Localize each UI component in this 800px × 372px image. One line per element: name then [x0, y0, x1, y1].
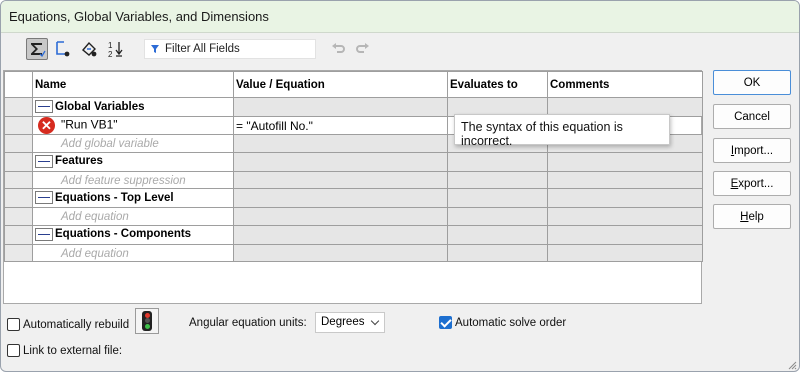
redo-icon[interactable]	[355, 41, 371, 57]
group-row-equations-top-level[interactable]: Equations - Top Level	[4, 188, 703, 208]
equations-table: Name Value / Equation Evaluates to Comme…	[4, 71, 703, 262]
variable-name-cell: "Run VB1"	[61, 117, 118, 132]
export-button[interactable]: Export...	[713, 171, 791, 196]
group-row-features[interactable]: Features	[4, 151, 703, 172]
window-title: Equations, Global Variables, and Dimensi…	[9, 9, 269, 24]
add-feature-suppression-placeholder[interactable]: Add feature suppression	[35, 175, 186, 187]
group-row-equations-components[interactable]: Equations - Components	[4, 224, 703, 245]
link-external-file-checkbox[interactable]	[7, 344, 20, 357]
resize-grip-icon[interactable]	[787, 360, 797, 370]
row-header[interactable]	[4, 170, 33, 189]
ordered-view-button[interactable]: 1 2	[104, 38, 126, 60]
undo-icon[interactable]	[330, 41, 346, 57]
row-header[interactable]	[4, 134, 33, 153]
add-row[interactable]: Add feature suppression	[4, 170, 703, 189]
auto-rebuild-checkbox[interactable]	[7, 318, 20, 331]
filter-icon	[151, 45, 159, 53]
row-header[interactable]	[4, 151, 33, 172]
collapse-icon[interactable]	[35, 100, 53, 113]
equations-grid: Name Value / Equation Evaluates to Comme…	[3, 70, 703, 304]
add-equation-placeholder[interactable]: Add equation	[35, 248, 129, 260]
add-global-variable-placeholder[interactable]: Add global variable	[35, 138, 159, 150]
rebuild-button[interactable]	[135, 308, 159, 334]
row-header[interactable]	[4, 243, 33, 262]
column-header-value[interactable]: Value / Equation	[233, 71, 448, 98]
dimension-icon	[82, 41, 97, 57]
row-header[interactable]	[4, 224, 33, 245]
add-row[interactable]: Add equation	[4, 243, 703, 262]
add-equation-placeholder[interactable]: Add equation	[35, 211, 129, 223]
sketch-equation-view-button[interactable]	[52, 38, 74, 60]
group-label: Global Variables	[55, 100, 145, 113]
row-header[interactable]	[4, 97, 33, 117]
error-tooltip: The syntax of this equation is incorrect…	[454, 114, 670, 148]
equation-view-button[interactable]	[26, 38, 48, 60]
options-bar: Automatically rebuild Angular equation u…	[1, 306, 799, 371]
svg-text:1: 1	[108, 41, 113, 50]
angular-units-select[interactable]: Degrees	[315, 312, 385, 333]
group-label: Features	[55, 155, 103, 167]
title-bar: Equations, Global Variables, and Dimensi…	[1, 1, 799, 33]
dimension-view-button[interactable]	[78, 38, 100, 60]
cancel-button[interactable]: Cancel	[713, 104, 791, 129]
header-row: Name Value / Equation Evaluates to Comme…	[4, 71, 703, 98]
row-header[interactable]	[4, 207, 33, 226]
auto-rebuild-label: Automatically rebuild	[23, 319, 130, 331]
angular-units-value: Degrees	[321, 316, 365, 328]
error-icon: ✕	[38, 117, 55, 134]
auto-solve-order-label: Automatic solve order	[455, 317, 567, 329]
filter-label: Filter All Fields	[165, 43, 240, 55]
row-header[interactable]	[4, 116, 33, 135]
corner-header	[4, 71, 33, 98]
collapse-icon[interactable]	[35, 154, 53, 168]
chevron-down-icon	[370, 316, 380, 326]
ordered-view-icon: 1 2	[108, 41, 123, 58]
row-header[interactable]	[4, 188, 33, 208]
value-equation-cell[interactable]: = "Autofill No."	[233, 116, 448, 135]
column-header-comments[interactable]: Comments	[547, 71, 703, 98]
ok-button[interactable]: OK	[713, 70, 791, 95]
equations-dialog: Equations, Global Variables, and Dimensi…	[0, 0, 800, 372]
group-label: Equations - Components	[55, 228, 192, 240]
column-header-name[interactable]: Name	[32, 71, 234, 98]
sigma-icon	[31, 43, 46, 58]
angular-units-label: Angular equation units:	[189, 317, 307, 329]
collapse-icon[interactable]	[35, 227, 53, 241]
svg-text:2: 2	[108, 50, 113, 58]
auto-solve-order-checkbox[interactable]	[439, 316, 452, 329]
traffic-light-icon	[142, 311, 152, 331]
help-button[interactable]: Help	[713, 204, 791, 229]
collapse-icon[interactable]	[35, 191, 53, 204]
sketch-equation-icon	[56, 41, 70, 57]
column-header-evaluates[interactable]: Evaluates to	[447, 71, 548, 98]
link-external-file-label: Link to external file:	[23, 345, 123, 357]
import-button[interactable]: Import...	[713, 138, 791, 163]
group-label: Equations - Top Level	[55, 191, 174, 204]
add-row[interactable]: Add equation	[4, 207, 703, 226]
toolbar: 1 2 Filter All Fields	[1, 34, 799, 68]
filter-field[interactable]: Filter All Fields	[144, 39, 316, 59]
